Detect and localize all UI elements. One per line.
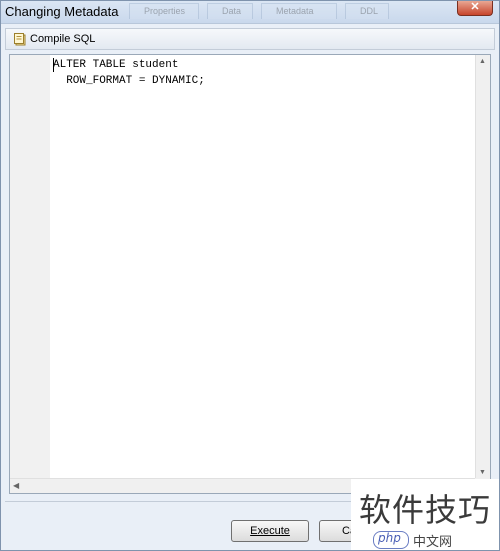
execute-button[interactable]: Execute bbox=[231, 520, 309, 542]
scroll-down-icon[interactable]: ▼ bbox=[479, 469, 486, 476]
compile-sql-label: Compile SQL bbox=[30, 33, 96, 45]
compile-icon bbox=[13, 32, 27, 46]
php-logo-text: php bbox=[378, 531, 401, 545]
background-tab: Properties bbox=[129, 3, 199, 19]
execute-label: Execute bbox=[250, 525, 290, 537]
sql-editor[interactable]: ALTER TABLE student ROW_FORMAT = DYNAMIC… bbox=[9, 54, 491, 494]
watermark-site: 中文网 bbox=[413, 535, 453, 550]
php-logo-icon: php bbox=[373, 531, 409, 549]
window-title: Changing Metadata bbox=[5, 4, 119, 19]
editor-gutter bbox=[10, 55, 50, 479]
code-line: ALTER TABLE student bbox=[53, 59, 179, 71]
sql-code[interactable]: ALTER TABLE student ROW_FORMAT = DYNAMIC… bbox=[53, 57, 474, 89]
dialog-window: Changing Metadata Properties Data Metada… bbox=[0, 0, 500, 551]
compile-sql-button[interactable]: Compile SQL bbox=[10, 31, 99, 47]
background-tab: Metadata bbox=[261, 3, 337, 19]
title-bar[interactable]: Changing Metadata Properties Data Metada… bbox=[1, 1, 499, 24]
scroll-left-icon[interactable]: ◀ bbox=[13, 481, 19, 490]
vertical-scrollbar[interactable]: ▲ ▼ bbox=[475, 55, 490, 479]
scroll-up-icon[interactable]: ▲ bbox=[479, 58, 486, 65]
toolbar: Compile SQL bbox=[5, 28, 495, 50]
code-line: ROW_FORMAT = DYNAMIC; bbox=[53, 75, 205, 87]
watermark-text: 软件技巧 bbox=[359, 491, 492, 529]
close-icon: ✕ bbox=[470, 1, 480, 13]
close-button[interactable]: ✕ bbox=[457, 1, 493, 16]
background-tab: DDL bbox=[345, 3, 389, 19]
background-tab: Data bbox=[207, 3, 253, 19]
watermark: 软件技巧 php 中文网 bbox=[351, 479, 499, 550]
